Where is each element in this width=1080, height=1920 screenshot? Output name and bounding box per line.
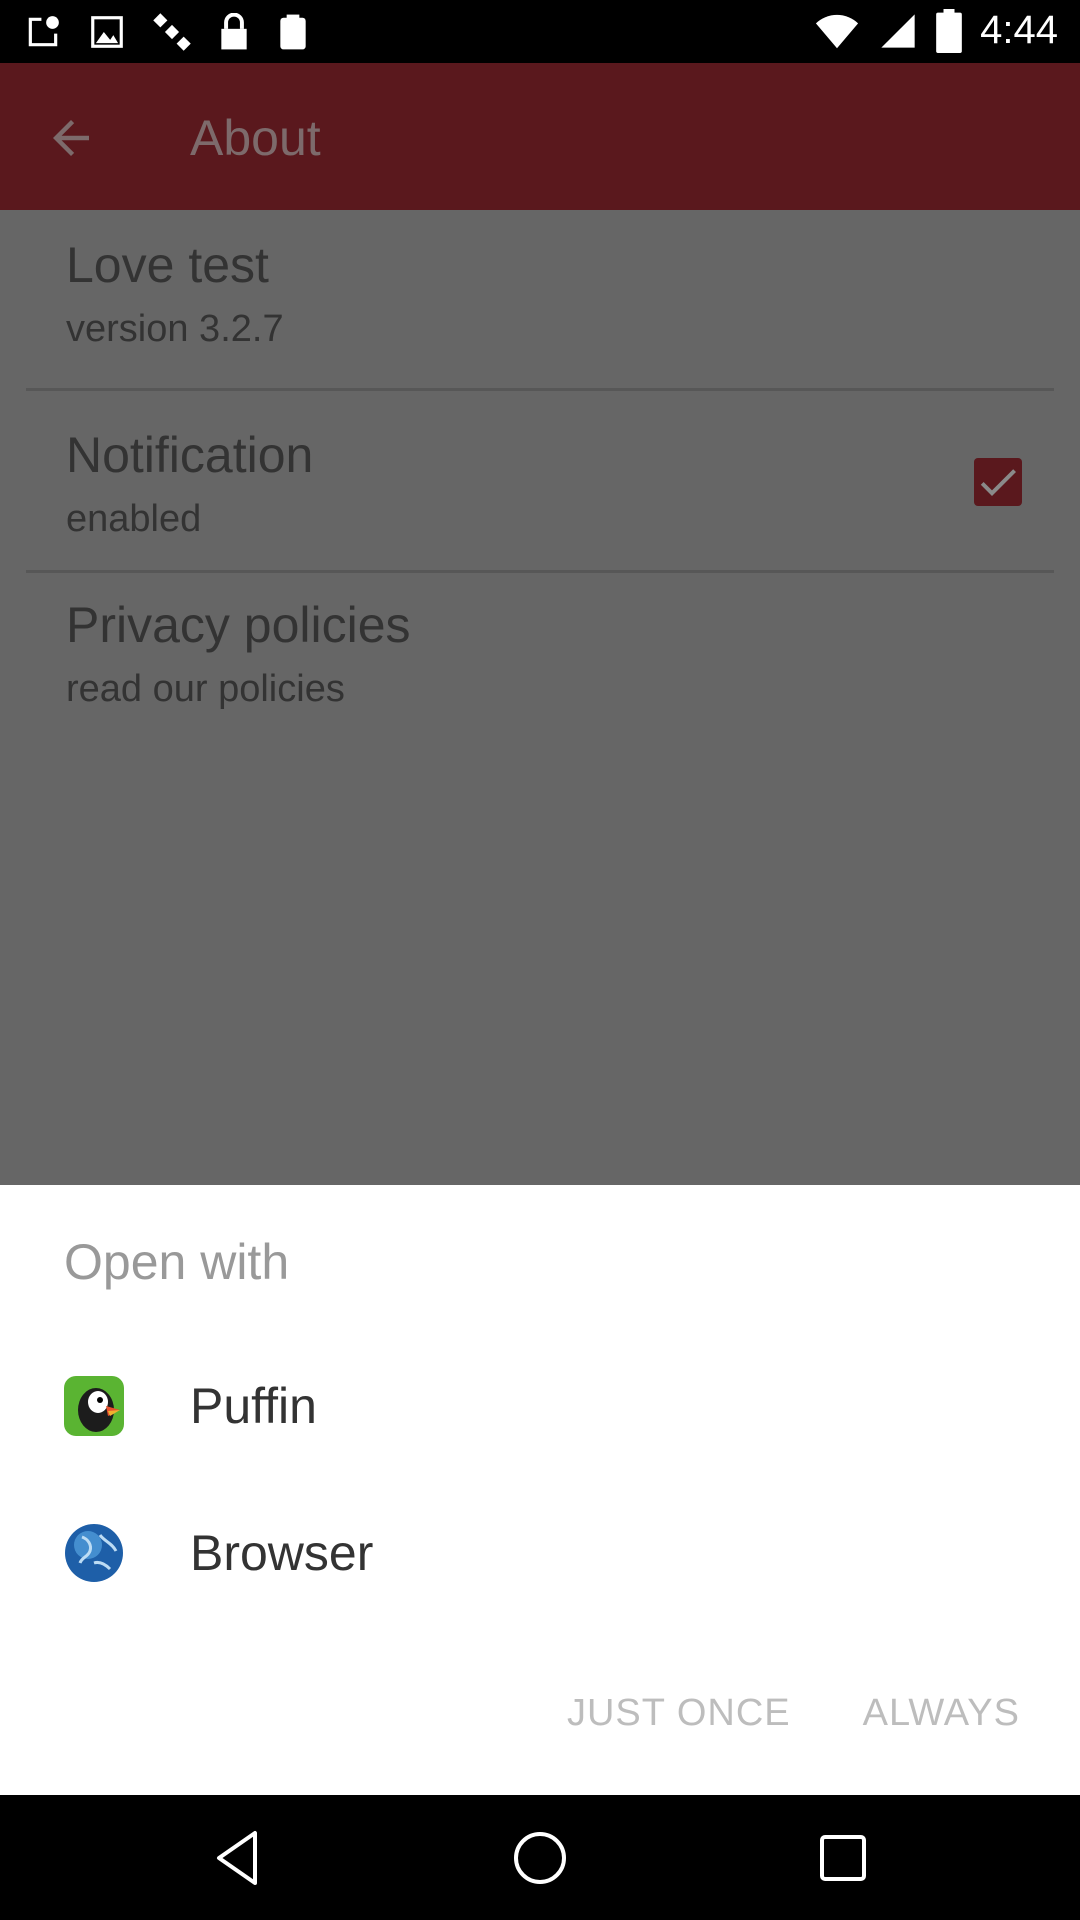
clipboard-icon — [280, 14, 306, 50]
preference-love-test[interactable]: Love test version 3.2.7 — [66, 240, 284, 348]
preference-title: Privacy policies — [66, 597, 411, 653]
preference-title: Notification — [66, 427, 314, 483]
app-bar: About — [0, 63, 1080, 210]
recents-square-icon[interactable] — [808, 1823, 878, 1893]
preference-summary: enabled — [66, 498, 202, 540]
checkmark-icon — [980, 469, 1016, 496]
notification-checkbox[interactable] — [974, 458, 1022, 506]
divider — [26, 570, 1054, 573]
status-notification-icons — [24, 12, 310, 52]
image-icon — [91, 16, 123, 48]
app-label: Puffin — [190, 1378, 317, 1434]
preference-notification[interactable]: Notification enabled — [66, 430, 313, 538]
puffin-icon — [64, 1376, 124, 1436]
home-circle-icon[interactable] — [505, 1823, 575, 1893]
app-option-puffin[interactable]: Puffin — [0, 1332, 1080, 1480]
battery-icon — [936, 8, 962, 53]
status-system-icons: 4:44 — [814, 8, 1058, 53]
divider — [26, 388, 1054, 391]
globe-icon — [65, 1524, 123, 1582]
signal-icon — [881, 13, 915, 48]
preference-privacy-policies[interactable]: Privacy policies read our policies — [66, 600, 411, 708]
preference-summary: read our policies — [66, 668, 345, 710]
app-option-browser[interactable]: Browser — [0, 1479, 1080, 1627]
status-bar: 4:44 — [0, 0, 1080, 63]
just-once-button[interactable]: JUST ONCE — [551, 1682, 807, 1745]
notification-icon — [28, 16, 59, 47]
lock-icon — [221, 13, 247, 50]
always-button[interactable]: ALWAYS — [847, 1682, 1036, 1745]
sheet-actions: JUST ONCE ALWAYS — [551, 1682, 1036, 1745]
navigation-bar — [0, 1795, 1080, 1920]
satellite-icon — [153, 13, 191, 51]
app-label: Browser — [190, 1525, 374, 1581]
preference-title: Love test — [66, 237, 269, 293]
wifi-icon — [816, 14, 859, 48]
sheet-title: Open with — [64, 1234, 290, 1290]
page-title: About — [190, 110, 321, 166]
status-time: 4:44 — [980, 8, 1058, 52]
arrow-back-icon[interactable] — [44, 111, 98, 165]
preference-list: Love test version 3.2.7 Notification ena… — [0, 210, 1080, 1185]
back-triangle-icon[interactable] — [205, 1823, 275, 1893]
preference-summary: version 3.2.7 — [66, 308, 284, 350]
open-with-sheet: Open with Puffin Browser JUST ONCE ALWAY… — [0, 1185, 1080, 1795]
